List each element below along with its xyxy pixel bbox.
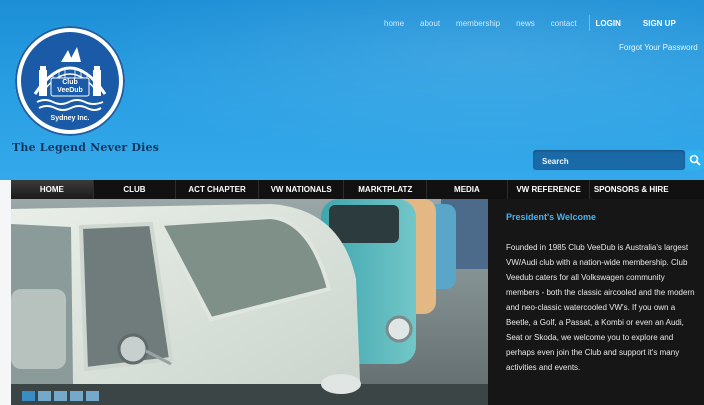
logo-text-club: Club (62, 79, 78, 86)
nav-vw-nationals[interactable]: VW NATIONALS (259, 180, 345, 199)
hero-image (11, 199, 488, 405)
nav-marktplatz[interactable]: MARKTPLATZ (344, 180, 428, 199)
welcome-body: Founded in 1985 Club VeeDub is Australia… (506, 243, 695, 372)
slider-dot[interactable] (22, 391, 35, 401)
top-nav-home[interactable]: home (384, 19, 404, 28)
welcome-panel: President's Welcome Founded in 1985 Club… (488, 199, 704, 405)
welcome-title: President's Welcome (506, 212, 597, 222)
search-box (533, 150, 685, 170)
club-logo[interactable]: Club VeeDub Sydney Inc. (15, 26, 125, 136)
slider-dot[interactable] (38, 391, 51, 401)
logo-text-veedub: VeeDub (57, 87, 83, 94)
slider-dots (22, 391, 102, 401)
signup-link[interactable]: SIGN UP (643, 19, 676, 28)
logo-text-sydney: Sydney Inc. (50, 115, 90, 122)
top-nav-divider (588, 15, 590, 31)
site-header: Club VeeDub Sydney Inc. The Legend Never… (0, 0, 704, 180)
nav-club[interactable]: CLUB (94, 180, 177, 199)
login-link[interactable]: LOGIN (596, 19, 621, 28)
top-nav-membership[interactable]: membership (456, 19, 500, 28)
hero-slider[interactable] (11, 199, 488, 405)
nav-media[interactable]: MEDIA (427, 180, 508, 199)
logo-emblem: Club VeeDub Sydney Inc. (21, 32, 119, 130)
site-tagline: The Legend Never Dies (12, 141, 160, 154)
nav-act-chapter[interactable]: ACT CHAPTER (176, 180, 259, 199)
slider-dot[interactable] (70, 391, 83, 401)
slider-dot[interactable] (86, 391, 99, 401)
nav-bar-end (672, 180, 704, 199)
top-nav-about[interactable]: about (420, 19, 440, 28)
nav-home[interactable]: HOME (11, 180, 94, 199)
search-button[interactable] (686, 150, 704, 170)
page: Club VeeDub Sydney Inc. The Legend Never… (0, 0, 704, 405)
top-nav: home about membership news contact LOGIN… (384, 15, 698, 31)
forgot-password-link[interactable]: Forgot Your Password (619, 43, 698, 52)
nav-sponsors-hire[interactable]: SPONSORS & HIRE (590, 180, 672, 199)
main-nav: HOME CLUB ACT CHAPTER VW NATIONALS MARKT… (11, 180, 672, 199)
nav-vw-reference[interactable]: VW REFERENCE (508, 180, 591, 199)
top-nav-contact[interactable]: contact (551, 19, 577, 28)
top-nav-news[interactable]: news (516, 19, 535, 28)
search-input[interactable] (540, 153, 684, 169)
search-icon (689, 154, 701, 166)
slider-dot[interactable] (54, 391, 67, 401)
